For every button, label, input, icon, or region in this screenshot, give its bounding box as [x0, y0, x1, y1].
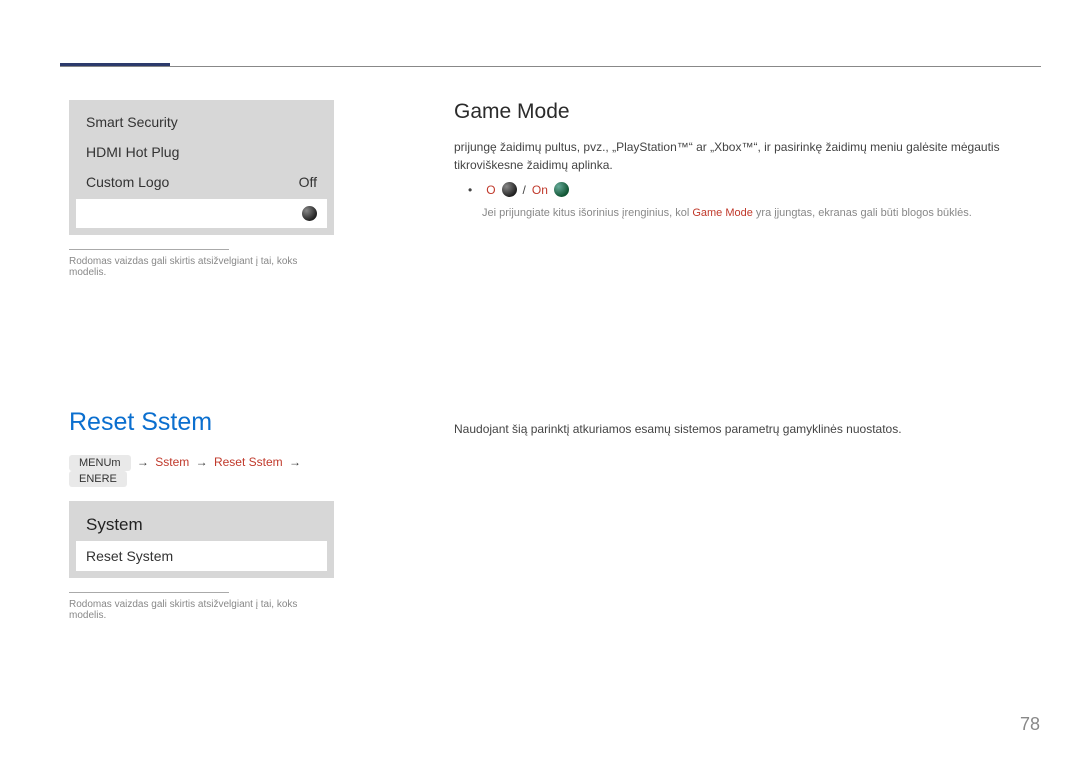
left-column: Smart Security HDMI Hot Plug Custom Logo…	[69, 100, 334, 621]
option-on-label: On	[532, 183, 548, 197]
select-indicator-icon	[302, 206, 317, 221]
reset-section: Reset Sstem MENUm → Sstem → Reset Sstem …	[69, 408, 334, 621]
option-row: O / On	[468, 182, 1040, 197]
radio-icon	[502, 182, 517, 197]
game-mode-heading: Game Mode	[454, 100, 1040, 124]
menu-item-label: Custom Logo	[86, 174, 169, 190]
game-mode-body: prijungę žaidimų pultus, pvz., „PlayStat…	[454, 138, 1040, 174]
menu-highlight-row[interactable]	[76, 199, 327, 228]
note-red: Game Mode	[692, 207, 753, 219]
right-column: Game Mode prijungę žaidimų pultus, pvz.,…	[454, 100, 1040, 222]
reset-body: Naudojant šią parinktį atkuriamos esamų …	[454, 420, 1040, 438]
arrow-icon: →	[196, 455, 208, 469]
option-off-label: O	[486, 183, 495, 197]
menu-item-label: HDMI Hot Plug	[86, 144, 179, 160]
arrow-icon: →	[137, 455, 149, 469]
footnote-rule	[69, 592, 229, 593]
breadcrumb-step: Reset Sstem	[214, 455, 283, 469]
breadcrumb-enter: ENERE	[69, 471, 127, 487]
radio-icon	[554, 182, 569, 197]
reset-body-wrap: Naudojant šią parinktį atkuriamos esamų …	[454, 420, 1040, 438]
note-pre: Jei prijungiate kitus išorinius įrengini…	[482, 207, 692, 219]
menu-item-custom-logo[interactable]: Custom Logo Off	[76, 167, 327, 197]
menu-block-2: System Reset System	[69, 501, 334, 578]
reset-heading: Reset Sstem	[69, 408, 334, 437]
breadcrumb-menu: MENUm	[69, 455, 131, 471]
breadcrumb: MENUm → Sstem → Reset Sstem → ENERE	[69, 455, 334, 487]
footnote-text: Rodomas vaizdas gali skirtis atsižvelgia…	[69, 599, 334, 621]
menu-block-1: Smart Security HDMI Hot Plug Custom Logo…	[69, 100, 334, 235]
menu-item-hdmi-hot-plug[interactable]: HDMI Hot Plug	[76, 137, 327, 167]
game-mode-note: Jei prijungiate kitus išorinius įrengini…	[482, 205, 1040, 222]
menu-item-label: Reset System	[86, 548, 173, 564]
menu-item-value: Off	[299, 174, 317, 190]
footnote-text: Rodomas vaizdas gali skirtis atsižvelgia…	[69, 256, 334, 278]
menu-item-reset-system[interactable]: Reset System	[76, 541, 327, 571]
breadcrumb-step: Sstem	[155, 455, 189, 469]
header-rule	[60, 66, 1041, 67]
menu-title: System	[76, 508, 327, 541]
option-slash: /	[523, 183, 526, 197]
menu-item-label: Smart Security	[86, 114, 178, 130]
note-post: yra įjungtas, ekranas gali būti blogos b…	[753, 207, 972, 219]
menu-item-smart-security[interactable]: Smart Security	[76, 107, 327, 137]
page-number: 78	[1020, 714, 1040, 735]
arrow-icon: →	[289, 455, 301, 469]
footnote-rule	[69, 249, 229, 250]
